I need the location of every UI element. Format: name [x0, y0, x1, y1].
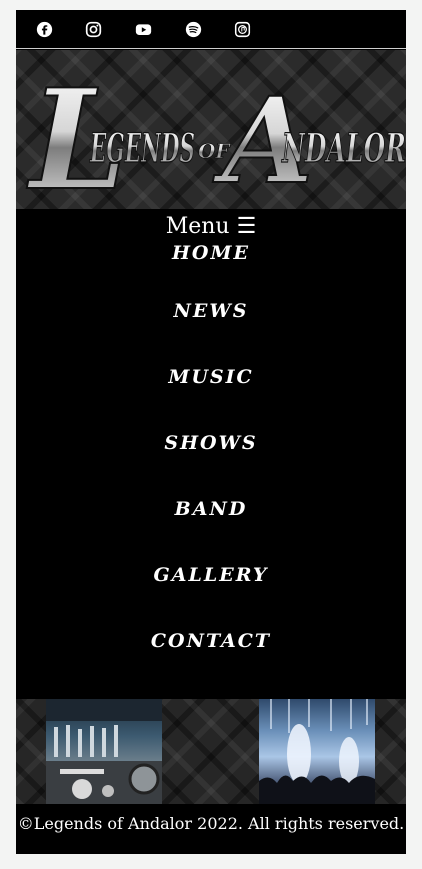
- nav-link-shows[interactable]: SHOWS: [164, 432, 257, 454]
- band-logo[interactable]: L EGENDS OF A NDALOR: [16, 50, 406, 209]
- social-bar: [16, 10, 406, 48]
- instagram-icon[interactable]: [83, 19, 103, 39]
- header-banner: L EGENDS OF A NDALOR: [16, 50, 406, 209]
- itunes-icon[interactable]: [232, 19, 252, 39]
- spotify-icon[interactable]: [183, 19, 203, 39]
- logo-word-1: EGENDS: [89, 125, 195, 172]
- main-nav: HOME NEWS MUSIC SHOWS BAND GALLERY CONTA…: [16, 238, 406, 674]
- nav-item-shows: SHOWS: [16, 410, 406, 476]
- nav-link-home[interactable]: HOME: [172, 242, 250, 264]
- photo-strip: [16, 699, 406, 804]
- mixer-photo[interactable]: [46, 699, 162, 804]
- nav-item-band: BAND: [16, 476, 406, 542]
- nav-link-contact[interactable]: CONTACT: [151, 630, 271, 652]
- nav-link-gallery[interactable]: GALLERY: [154, 564, 269, 586]
- facebook-icon[interactable]: [34, 19, 54, 39]
- nav-item-contact: CONTACT: [16, 608, 406, 674]
- footer-copyright: ©Legends of Andalor 2022. All rights res…: [16, 804, 406, 854]
- nav-link-news[interactable]: NEWS: [174, 300, 249, 322]
- logo-word-2: NDALOR: [281, 125, 406, 172]
- divider: [16, 48, 406, 49]
- concert-photo[interactable]: [259, 699, 375, 804]
- nav-link-music[interactable]: MUSIC: [168, 366, 253, 388]
- nav-item-news: NEWS: [16, 278, 406, 344]
- nav-link-band[interactable]: BAND: [175, 498, 248, 520]
- page-frame: L EGENDS OF A NDALOR Menu ☰ HOME NEWS MU…: [16, 10, 406, 854]
- youtube-icon[interactable]: [133, 19, 153, 39]
- nav-item-gallery: GALLERY: [16, 542, 406, 608]
- nav-item-music: MUSIC: [16, 344, 406, 410]
- nav-item-home: HOME: [16, 238, 406, 278]
